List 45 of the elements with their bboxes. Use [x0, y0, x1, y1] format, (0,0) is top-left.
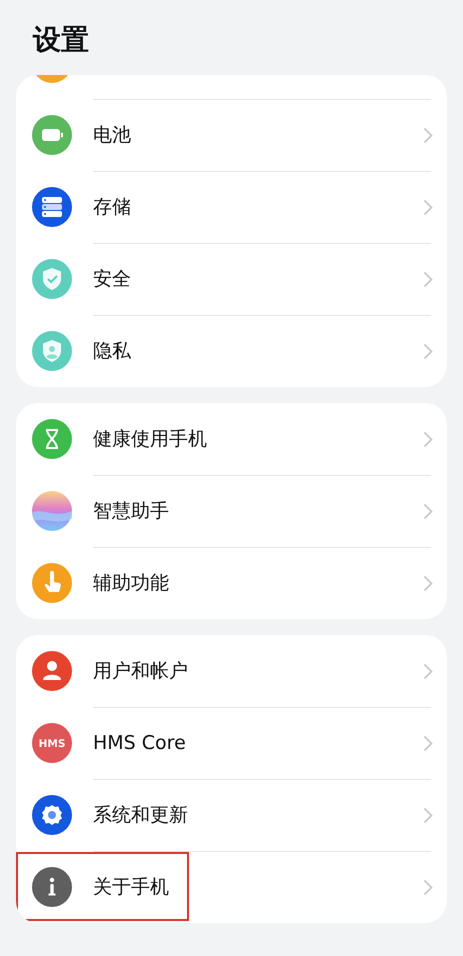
- privacy-shield-icon: [32, 331, 72, 371]
- chevron-icon: [423, 574, 433, 592]
- item-label: HMS Core: [93, 730, 186, 756]
- hand-icon: [32, 563, 72, 603]
- settings-item[interactable]: 健康使用手机: [16, 403, 447, 475]
- hms-icon: HMS: [32, 723, 72, 763]
- chevron-icon: [423, 662, 433, 680]
- assistant-orb-icon: [32, 491, 72, 531]
- chevron-icon: [423, 430, 433, 448]
- settings-item[interactable]: 系统和更新: [16, 779, 447, 851]
- item-label: 辅助功能: [93, 570, 169, 596]
- item-label: 智慧助手: [93, 498, 169, 524]
- user-icon: [32, 651, 72, 691]
- hourglass-icon: [32, 419, 72, 459]
- item-label: 系统和更新: [93, 802, 188, 828]
- item-label: 健康使用手机: [93, 426, 207, 452]
- chevron-icon: [423, 342, 433, 360]
- settings-item[interactable]: 存储: [16, 171, 447, 243]
- settings-item[interactable]: 辅助功能: [16, 547, 447, 619]
- chevron-icon: [423, 270, 433, 288]
- item-label: 安全: [93, 266, 131, 292]
- settings-item[interactable]: 安全: [16, 243, 447, 315]
- item-label: 隐私: [93, 338, 131, 364]
- item-label: 电池: [93, 122, 131, 148]
- settings-item[interactable]: 关于手机: [16, 851, 447, 923]
- settings-item[interactable]: 智慧助手: [16, 475, 447, 547]
- chevron-icon: [423, 878, 433, 896]
- chevron-icon: [423, 502, 433, 520]
- settings-item[interactable]: 电池: [16, 99, 447, 171]
- info-icon: [32, 867, 72, 907]
- item-label: 用户和帐户: [93, 658, 188, 684]
- chevron-icon: [423, 126, 433, 144]
- settings-item[interactable]: 用户和帐户: [16, 635, 447, 707]
- item-label: 存储: [93, 194, 131, 220]
- chevron-icon: [423, 734, 433, 752]
- chevron-icon: [423, 198, 433, 216]
- shield-icon: [32, 259, 72, 299]
- chevron-icon: [423, 806, 433, 824]
- storage-icon: [32, 187, 72, 227]
- settings-item[interactable]: 隐私: [16, 315, 447, 387]
- battery-icon: [32, 115, 72, 155]
- item-label: 关于手机: [93, 874, 169, 900]
- gear-icon: [32, 795, 72, 835]
- page-title: 设置: [32, 22, 90, 58]
- settings-item[interactable]: HMS HMS Core: [16, 707, 447, 779]
